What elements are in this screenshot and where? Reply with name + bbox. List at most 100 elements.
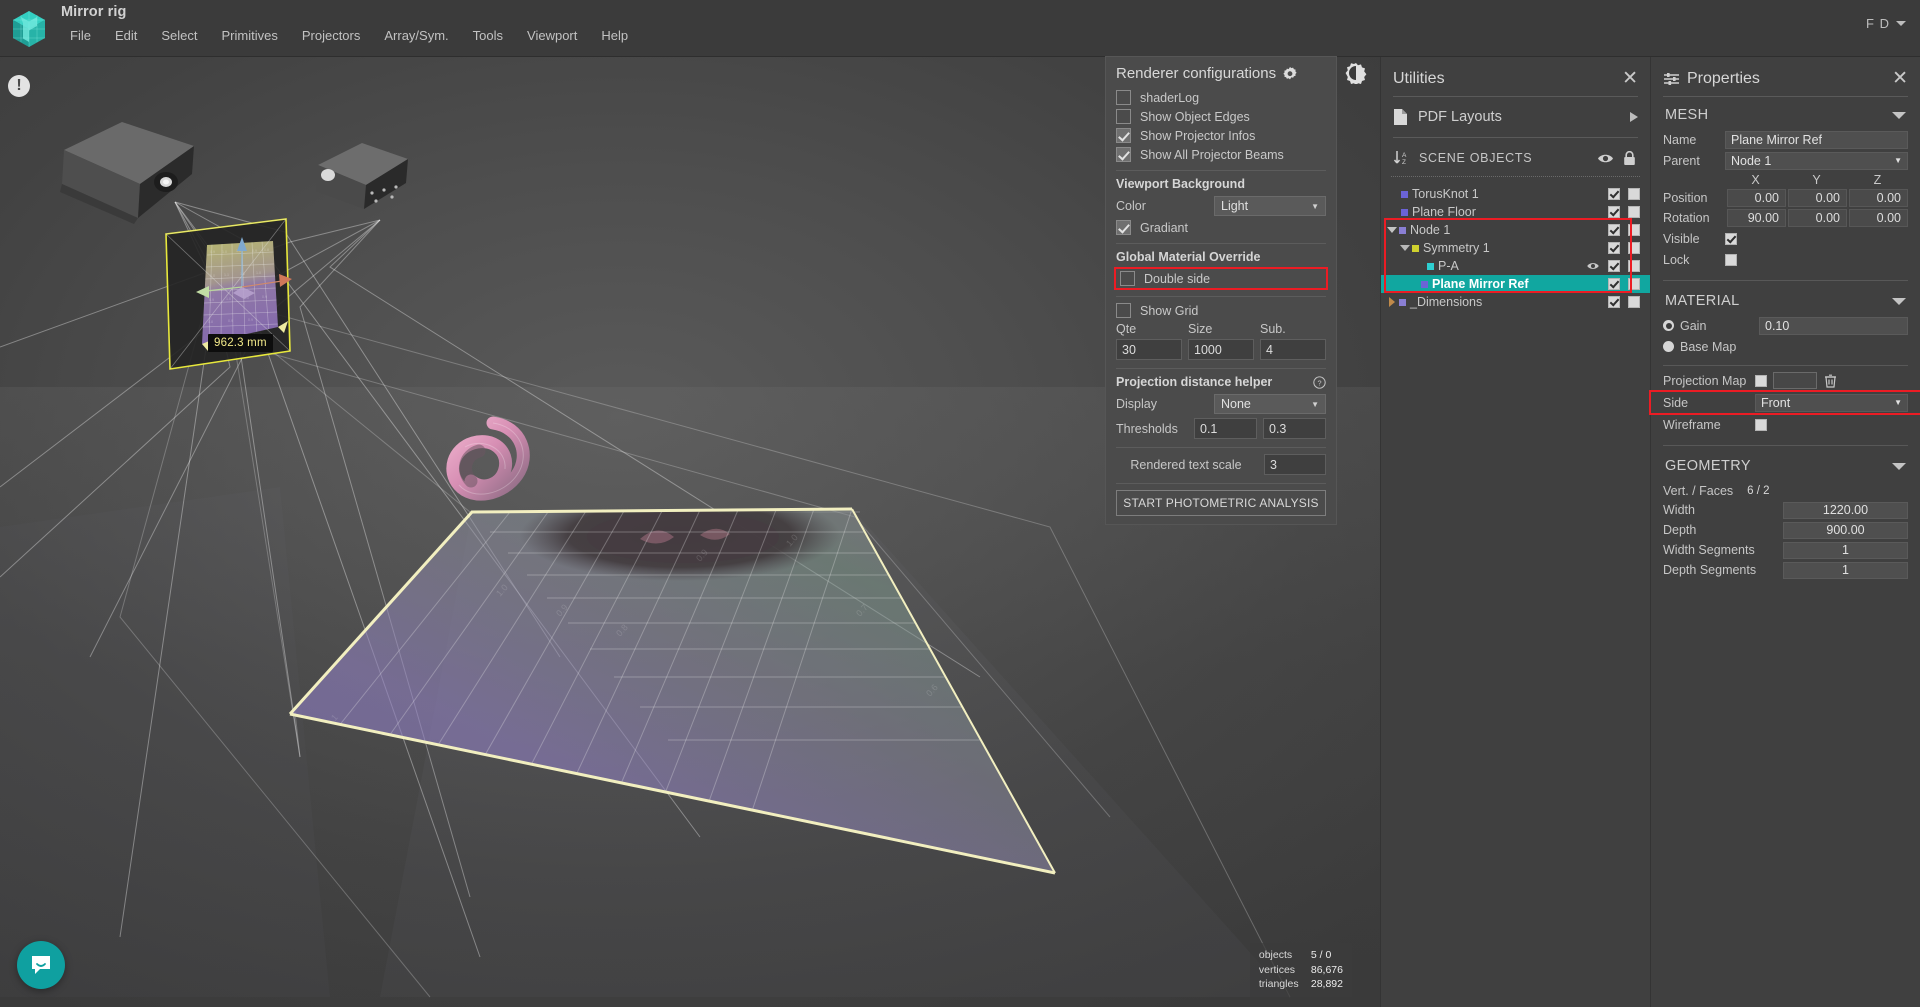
eye-icon[interactable] [1586,261,1600,271]
gradiant-checkbox[interactable] [1116,220,1131,235]
depth-input[interactable]: 900.00 [1783,522,1908,539]
menu-projectors[interactable]: Projectors [290,24,373,47]
lock-checkbox[interactable] [1628,206,1640,218]
contrast-toggle-button[interactable] [1345,62,1367,89]
threshold-1-input[interactable]: 0.1 [1194,418,1257,439]
threshold-2-input[interactable]: 0.3 [1263,418,1326,439]
close-icon[interactable]: ✕ [1622,69,1638,88]
checkbox-row-shaderlog[interactable]: shaderLog [1116,90,1326,105]
visibility-checkbox[interactable] [1608,242,1620,254]
projection-map-thumbnail[interactable] [1773,372,1817,389]
close-icon[interactable]: ✕ [1892,69,1908,88]
menu-file[interactable]: File [58,24,103,47]
gear-icon[interactable] [1282,66,1298,82]
wireframe-checkbox[interactable] [1755,419,1767,431]
show-all-projector-beams-checkbox[interactable] [1116,147,1131,162]
question-circle-icon[interactable]: ? [1313,376,1326,389]
checkbox-row-show-object-edges[interactable]: Show Object Edges [1116,109,1326,124]
position-y-input[interactable]: 0.00 [1788,189,1847,207]
tree-item-p-a[interactable]: P-A [1381,257,1650,275]
menu-viewport[interactable]: Viewport [515,24,589,47]
rotation-z-input[interactable]: 0.00 [1849,209,1908,227]
menu-array-sym[interactable]: Array/Sym. [372,24,460,47]
width-segments-input[interactable]: 1 [1783,542,1908,559]
background-color-select[interactable]: Light ▼ [1214,196,1326,216]
grid-qte-input[interactable]: 30 [1116,339,1182,360]
visibility-checkbox[interactable] [1608,206,1620,218]
depth-segments-input[interactable]: 1 [1783,562,1908,579]
mesh-section-header[interactable]: MESH [1651,97,1920,129]
twisty-right-icon[interactable] [1385,297,1399,307]
menu-edit[interactable]: Edit [103,24,149,47]
visibility-checkbox[interactable] [1608,260,1620,272]
pdf-layouts-row[interactable]: PDF Layouts [1381,97,1650,137]
double-side-checkbox[interactable] [1120,271,1135,286]
width-input[interactable]: 1220.00 [1783,502,1908,519]
material-section-header[interactable]: MATERIAL [1651,283,1920,315]
show-grid-checkbox[interactable] [1116,303,1131,318]
visible-checkbox[interactable] [1725,233,1737,245]
position-x-input[interactable]: 0.00 [1727,189,1786,207]
trash-icon[interactable] [1824,374,1837,388]
shaderlog-checkbox[interactable] [1116,90,1131,105]
tree-item-plane-floor[interactable]: Plane Floor [1381,203,1650,221]
projection-map-checkbox[interactable] [1755,375,1767,387]
visibility-checkbox[interactable] [1608,296,1620,308]
checkbox-row-show-all-projector-beams[interactable]: Show All Projector Beams [1116,147,1326,162]
chevron-down-icon[interactable] [1892,298,1906,305]
visibility-checkbox[interactable] [1608,224,1620,236]
user-account-menu[interactable]: F D [1866,16,1906,31]
lock-checkbox[interactable] [1628,242,1640,254]
display-select[interactable]: None ▼ [1214,394,1326,414]
twisty-down-icon[interactable] [1385,227,1399,233]
geometry-section-header[interactable]: GEOMETRY [1651,448,1920,480]
lock-checkbox[interactable] [1628,260,1640,272]
intercom-chat-button[interactable] [17,941,65,989]
start-photometric-analysis-button[interactable]: START PHOTOMETRIC ANALYSIS [1116,490,1326,516]
menu-help[interactable]: Help [589,24,640,47]
double-side-row-highlighted[interactable]: Double side [1116,269,1326,288]
eye-icon[interactable] [1597,152,1614,165]
checkbox-row-show-grid[interactable]: Show Grid [1116,303,1326,318]
gain-radio[interactable] [1663,320,1674,331]
menu-tools[interactable]: Tools [461,24,515,47]
lock-checkbox[interactable] [1628,224,1640,236]
lock-icon[interactable] [1623,151,1636,166]
menu-select[interactable]: Select [149,24,209,47]
visibility-checkbox[interactable] [1608,278,1620,290]
show-projector-infos-checkbox[interactable] [1116,128,1131,143]
grid-size-input[interactable]: 1000 [1188,339,1254,360]
rotation-x-input[interactable]: 90.00 [1727,209,1786,227]
parent-select[interactable]: Node 1 ▼ [1725,152,1908,170]
warning-icon[interactable]: ! [8,75,30,97]
checkbox-row-show-projector-infos[interactable]: Show Projector Infos [1116,128,1326,143]
visibility-checkbox[interactable] [1608,188,1620,200]
lock-checkbox[interactable] [1628,296,1640,308]
twisty-down-icon[interactable] [1398,245,1412,251]
plane-mirror-ref-object[interactable]: 0.91.01.0 0.90.8 1.01.11.1 1.0 0.91.01.0… [160,209,320,381]
tree-item-dimensions[interactable]: _Dimensions [1381,293,1650,311]
app-logo[interactable] [0,0,58,57]
sort-az-icon[interactable]: A Z [1393,150,1410,166]
lock-checkbox[interactable] [1628,188,1640,200]
lock-checkbox[interactable] [1725,254,1737,266]
base-map-radio[interactable] [1663,341,1674,352]
name-input[interactable]: Plane Mirror Ref [1725,131,1908,149]
tree-item-node-1[interactable]: Node 1 [1381,221,1650,239]
lock-checkbox[interactable] [1628,278,1640,290]
show-object-edges-checkbox[interactable] [1116,109,1131,124]
rendered-text-scale-input[interactable]: 3 [1264,454,1326,475]
checkbox-row-gradiant[interactable]: Gradiant [1116,220,1326,235]
chevron-down-icon[interactable] [1892,112,1906,119]
rotation-y-input[interactable]: 0.00 [1788,209,1847,227]
torusknot-object[interactable] [435,407,545,517]
position-z-input[interactable]: 0.00 [1849,189,1908,207]
grid-sub-input[interactable]: 4 [1260,339,1326,360]
gain-input[interactable]: 0.10 [1759,317,1908,335]
menu-primitives[interactable]: Primitives [210,24,290,47]
tree-item-plane-mirror-ref[interactable]: Plane Mirror Ref [1381,275,1650,293]
chevron-down-icon[interactable] [1892,463,1906,470]
tree-item-symmetry-1[interactable]: Symmetry 1 [1381,239,1650,257]
tree-item-torusknot-1[interactable]: TorusKnot 1 [1381,185,1650,203]
side-select[interactable]: Front ▼ [1755,394,1908,412]
